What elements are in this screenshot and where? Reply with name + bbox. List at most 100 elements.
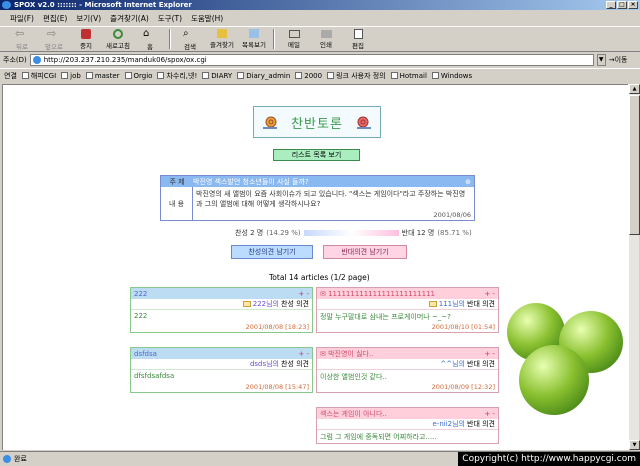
favorites-icon [217, 29, 227, 38]
con-card: ✉ 111111111111111111111111 + - 111님의 반대 의견… [316, 287, 499, 333]
link-item[interactable]: DIARY [202, 72, 232, 80]
window-controls: _ □ × [606, 1, 638, 9]
home-icon: ⌂ [143, 27, 150, 39]
con-card: ✉ 박진영이 싫다.. + - ^^님의 반대 의견 이상한 앨범인것 같다.. 2… [316, 347, 499, 393]
link-item[interactable]: 2000 [295, 72, 322, 80]
scroll-thumb[interactable] [629, 95, 640, 235]
minimize-button[interactable]: _ [606, 1, 616, 9]
edit-icon [353, 28, 363, 39]
menu-help[interactable]: 도움말(H) [191, 13, 223, 24]
refresh-button[interactable]: 새로고침 [102, 28, 134, 50]
card-controls[interactable]: + - [484, 410, 495, 418]
toolbar-separator [169, 29, 171, 49]
pro-opinion-button[interactable]: 찬성의견 남기기 [231, 245, 313, 259]
topic-box: 주 제 박진영 섹스발언 청소년들이 사실 들까? ⊕ 내 용 박진영의 새 앨… [160, 175, 475, 221]
address-label: 주소(D) [3, 56, 27, 64]
print-icon [320, 29, 332, 38]
author-nick[interactable]: ^^님의 [440, 359, 465, 369]
link-item[interactable]: Orgio [124, 72, 152, 80]
link-page-icon [295, 72, 303, 79]
mail-icon [242, 301, 251, 307]
author-nick[interactable]: 222님의 [253, 299, 279, 309]
card-header[interactable]: ✉ 111111111111111111111111 + - [317, 288, 498, 299]
card-controls[interactable]: + - [298, 290, 309, 298]
history-icon [249, 29, 259, 38]
vertical-scrollbar[interactable]: ▲ ▼ [628, 84, 640, 450]
edit-button[interactable]: 편집 [342, 28, 374, 50]
card-header[interactable]: dsfdsa + - [131, 348, 312, 359]
card-controls[interactable]: + - [298, 350, 309, 358]
stop-button[interactable]: 중지 [70, 28, 102, 50]
card-date: 2001/08/10 [01:54] [431, 323, 495, 331]
opinion-side: 반대 의견 [467, 360, 495, 368]
link-item[interactable]: job [61, 72, 81, 80]
menu-view[interactable]: 보기(V) [76, 13, 101, 24]
forward-button[interactable]: ⇨ 앞으로 [38, 28, 70, 51]
link-item[interactable]: 링크 사용자 정의 [327, 71, 386, 81]
page-done-icon [3, 454, 11, 463]
scroll-down-button[interactable]: ▼ [629, 440, 640, 450]
link-item[interactable]: Windows [431, 72, 472, 80]
vote-result: 찬성 2 명 (14.29 %) 반대 12 명 (85.71 %) [235, 228, 472, 238]
pro-card: 222 + - 222님의 찬성 의견 222 2001/08/08 [18:23] [130, 287, 313, 333]
author-nick[interactable]: e-nii2님의 [433, 419, 466, 429]
list-view-button[interactable]: 리스트 목록 보기 [273, 149, 360, 161]
print-button[interactable]: 인쇄 [310, 29, 342, 49]
page-icon [32, 56, 41, 64]
card-controls[interactable]: + - [484, 350, 495, 358]
menu-file[interactable]: 파일(F) [10, 13, 34, 24]
link-page-icon [237, 72, 245, 79]
back-arrow-icon: ⇦ [15, 26, 25, 40]
expand-icon[interactable]: ⊕ [465, 178, 474, 186]
close-button[interactable]: × [628, 1, 638, 9]
card-header[interactable]: ✉ 박진영이 싫다.. + - [317, 348, 498, 359]
con-opinion-button[interactable]: 반대의견 남기기 [323, 245, 407, 259]
link-item[interactable]: Diary_admin [237, 72, 290, 80]
toolbar: ⇦ 뒤로 ⇨ 앞으로 중지 새로고침 ⌂ 홈 ⌕ 검색 즐겨찾기 목록보기 메일 인쇄 … [0, 26, 640, 52]
logo-text: 찬반토론 [291, 116, 343, 132]
apple [519, 345, 589, 415]
total-articles: Total 14 articles (1/2 page) [269, 273, 370, 282]
link-item[interactable]: 해피CGI [21, 71, 56, 81]
card-text: 이상한 앨범인것 같다.. [320, 373, 387, 381]
mail-button[interactable]: 메일 [278, 29, 310, 49]
card-text: 그럼 그 게임에 중독되면 어찌하라고..... [320, 433, 437, 441]
menu-favorites[interactable]: 즐겨찾기(A) [110, 13, 149, 24]
mail-icon: ✉ [320, 349, 329, 358]
history-button[interactable]: 목록보기 [238, 29, 270, 49]
author-nick[interactable]: dsds님의 [250, 359, 279, 369]
card-author: dsds님의 찬성 의견 [131, 359, 312, 370]
stop-icon [81, 28, 91, 39]
maximize-button[interactable]: □ [617, 1, 627, 9]
pro-percent: (14.29 %) [266, 229, 301, 237]
scroll-up-button[interactable]: ▲ [629, 84, 640, 94]
card-date: 2001/08/09 [12:32] [431, 383, 495, 391]
back-button[interactable]: ⇦ 뒤로 [6, 28, 38, 51]
opinion-side: 찬성 의견 [281, 360, 309, 368]
window-title: SPOX v2.0 ::::::: - Microsoft Internet E… [14, 1, 192, 9]
address-dropdown-button[interactable]: ▼ [596, 54, 606, 66]
favorites-button[interactable]: 즐겨찾기 [206, 29, 238, 49]
status-text: 완료 [14, 454, 27, 463]
go-button[interactable]: →이동 [609, 55, 628, 65]
menu-edit[interactable]: 편집(E) [43, 13, 67, 24]
link-page-icon [61, 72, 69, 79]
address-input[interactable]: http://203.237.210.235/manduk06/spox/ox.… [29, 54, 594, 66]
card-title: ✉ 박진영이 싫다.. [320, 349, 374, 358]
card-header[interactable]: 222 + - [131, 288, 312, 299]
search-button[interactable]: ⌕ 검색 [174, 28, 206, 51]
card-controls[interactable]: + - [484, 290, 495, 298]
topic-content-label: 내 용 [161, 187, 193, 221]
menu-tools[interactable]: 도구(T) [158, 13, 182, 24]
link-item[interactable]: Hotmail [390, 72, 427, 80]
copyright-notice: Copyright(c) http://www.happycgi.com [458, 452, 640, 466]
link-item[interactable]: master [85, 72, 120, 80]
card-title: dsfdsa [134, 349, 157, 358]
card-author: 222님의 찬성 의견 [131, 299, 312, 310]
home-button[interactable]: ⌂ 홈 [134, 28, 166, 51]
link-item[interactable]: 차수리,넷! [157, 71, 197, 81]
author-nick[interactable]: 111님의 [439, 299, 465, 309]
topic-content-row: 내 용 박진영의 새 앨범이 요즘 사회이슈가 되고 있습니다. "섹스는 게임… [161, 187, 474, 221]
link-page-icon [124, 72, 132, 79]
card-header[interactable]: 섹스는 게임이 아니다.. + - [317, 408, 498, 419]
